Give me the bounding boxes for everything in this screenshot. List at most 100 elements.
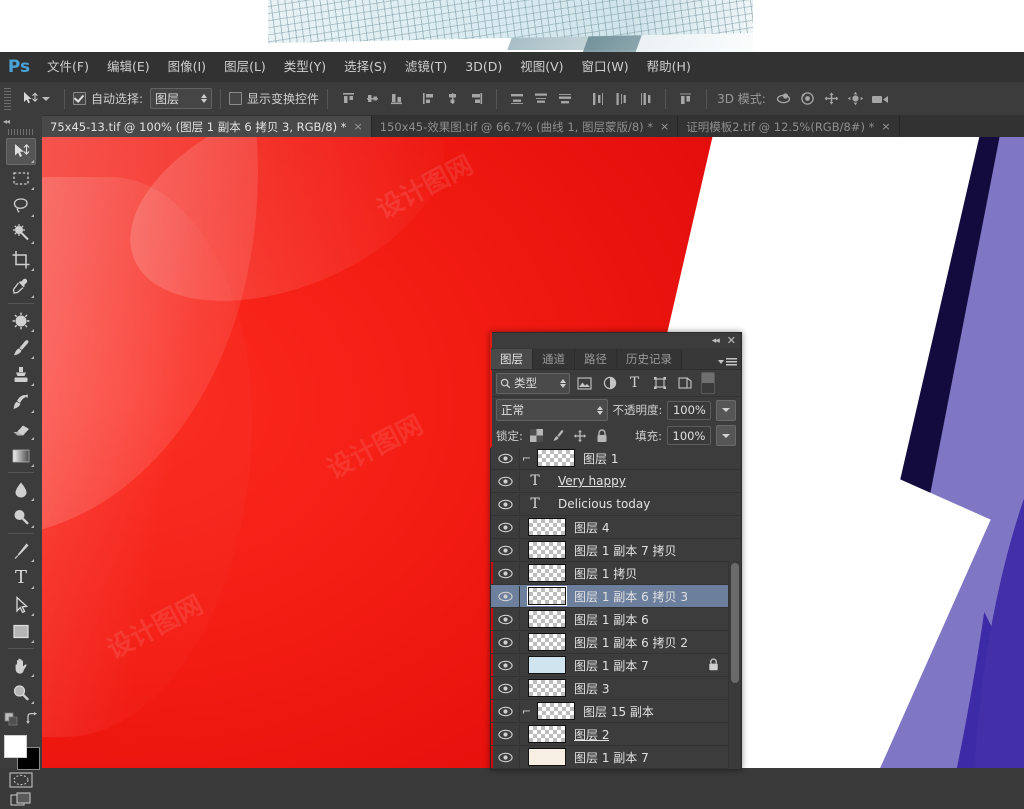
layer-visibility-toggle[interactable] bbox=[491, 723, 520, 745]
table-row[interactable]: 图层 1 拷贝 bbox=[491, 562, 741, 585]
color-swatches[interactable] bbox=[4, 735, 40, 770]
layer-visibility-toggle[interactable] bbox=[491, 654, 520, 676]
table-row[interactable]: T Delicious today bbox=[491, 493, 741, 516]
opacity-value[interactable]: 100% bbox=[667, 400, 712, 420]
layer-name[interactable]: 图层 1 副本 6 拷贝 3 bbox=[574, 588, 688, 605]
layer-visibility-toggle[interactable] bbox=[491, 562, 520, 584]
layers-scrollbar-thumb[interactable] bbox=[731, 563, 739, 683]
table-row[interactable]: ⌐ 图层 15 副本 bbox=[491, 700, 741, 723]
toolbar-grip[interactable] bbox=[8, 129, 34, 135]
rectangular-marquee-tool[interactable] bbox=[6, 165, 36, 192]
layer-name[interactable]: 图层 4 bbox=[574, 519, 609, 536]
table-row[interactable]: 图层 1 副本 6 拷贝 3 bbox=[491, 585, 741, 608]
align-horizontal-centers-icon[interactable] bbox=[441, 88, 463, 110]
document-tab-0[interactable]: 75x45-13.tif @ 100% (图层 1 副本 6 拷贝 3, RGB… bbox=[42, 116, 372, 137]
lock-image-pixels-icon[interactable] bbox=[550, 427, 567, 445]
layer-name[interactable]: Delicious today bbox=[558, 497, 650, 511]
filter-pixel-icon[interactable] bbox=[574, 373, 595, 393]
lock-transparent-pixels-icon[interactable] bbox=[528, 427, 545, 445]
dodge-tool[interactable] bbox=[6, 503, 36, 530]
layer-thumbnail[interactable] bbox=[528, 564, 566, 582]
panel-tab-history[interactable]: 历史记录 bbox=[617, 349, 682, 369]
layer-name[interactable]: Very happy bbox=[558, 474, 626, 488]
foreground-color-swatch[interactable] bbox=[4, 735, 27, 758]
distribute-top-edges-icon[interactable] bbox=[506, 88, 528, 110]
eraser-tool[interactable] bbox=[6, 415, 36, 442]
table-row[interactable]: 图层 3 bbox=[491, 677, 741, 700]
document-tab-2[interactable]: 证明模板2.tif @ 12.5%(RGB/8#) * × bbox=[678, 116, 900, 137]
menu-file[interactable]: 文件(F) bbox=[38, 52, 98, 82]
toolbar-collapse-handle[interactable]: ◂◂ bbox=[0, 115, 42, 128]
roll-3d-icon[interactable] bbox=[796, 88, 820, 110]
lock-position-icon[interactable] bbox=[572, 427, 589, 445]
orbit-3d-icon[interactable] bbox=[772, 88, 796, 110]
spot-healing-brush-tool[interactable] bbox=[6, 307, 36, 334]
layer-visibility-toggle[interactable] bbox=[491, 631, 520, 653]
layer-name[interactable]: 图层 1 拷贝 bbox=[574, 565, 637, 582]
menu-help[interactable]: 帮助(H) bbox=[638, 52, 700, 82]
collapse-icon[interactable]: ◂◂ bbox=[712, 336, 720, 346]
slide-3d-icon[interactable] bbox=[844, 88, 868, 110]
path-selection-tool[interactable] bbox=[6, 591, 36, 618]
blend-mode-dropdown[interactable]: 正常 bbox=[496, 399, 608, 421]
panel-title-bar[interactable]: ◂◂ ✕ bbox=[491, 333, 741, 348]
filter-adjustment-icon[interactable] bbox=[599, 373, 620, 393]
auto-align-layers-icon[interactable] bbox=[675, 88, 697, 110]
layer-name[interactable]: 图层 3 bbox=[574, 680, 609, 697]
layer-filter-type-dropdown[interactable]: 类型 bbox=[496, 372, 570, 394]
close-icon[interactable]: × bbox=[354, 120, 363, 133]
swap-colors-icon[interactable] bbox=[25, 712, 38, 729]
filter-shape-icon[interactable] bbox=[649, 373, 670, 393]
auto-select-scope-dropdown[interactable]: 图层 bbox=[150, 88, 213, 109]
table-row[interactable]: 图层 1 副本 7 拷贝 bbox=[491, 539, 741, 562]
panel-tab-paths[interactable]: 路径 bbox=[575, 349, 617, 369]
layer-visibility-toggle[interactable] bbox=[491, 447, 520, 469]
screen-mode-button[interactable] bbox=[8, 791, 34, 809]
layer-thumbnail[interactable] bbox=[528, 679, 566, 697]
layer-name[interactable]: 图层 1 副本 7 拷贝 bbox=[574, 542, 677, 559]
layer-thumbnail[interactable] bbox=[528, 633, 566, 651]
options-bar-grip[interactable] bbox=[4, 87, 11, 110]
eyedropper-tool[interactable] bbox=[6, 273, 36, 300]
layer-name[interactable]: 图层 15 副本 bbox=[583, 703, 654, 720]
table-row[interactable]: 图层 1 副本 7 bbox=[491, 746, 741, 769]
align-vertical-centers-icon[interactable] bbox=[361, 88, 383, 110]
layer-visibility-toggle[interactable] bbox=[491, 516, 520, 538]
layer-name[interactable]: 图层 1 副本 6 bbox=[574, 611, 649, 628]
current-tool-preview[interactable] bbox=[15, 90, 56, 108]
table-row[interactable]: 图层 1 副本 6 bbox=[491, 608, 741, 631]
panel-tab-layers[interactable]: 图层 bbox=[491, 349, 533, 369]
menu-image[interactable]: 图像(I) bbox=[159, 52, 215, 82]
layer-visibility-toggle[interactable] bbox=[491, 608, 520, 630]
default-colors-icon[interactable] bbox=[4, 712, 18, 729]
layer-name[interactable]: 图层 1 副本 6 拷贝 2 bbox=[574, 634, 688, 651]
layer-thumbnail[interactable] bbox=[528, 656, 566, 674]
table-row[interactable]: T Very happy bbox=[491, 470, 741, 493]
menu-type[interactable]: 类型(Y) bbox=[275, 52, 335, 82]
layer-visibility-toggle[interactable] bbox=[491, 539, 520, 561]
menu-view[interactable]: 视图(V) bbox=[511, 52, 572, 82]
align-bottom-edges-icon[interactable] bbox=[385, 88, 407, 110]
tool-preset-chevron-down-icon[interactable] bbox=[42, 96, 50, 101]
layer-visibility-toggle[interactable] bbox=[491, 493, 520, 515]
align-left-edges-icon[interactable] bbox=[417, 88, 439, 110]
layer-name[interactable]: 图层 1 副本 7 bbox=[574, 657, 649, 674]
distribute-bottom-edges-icon[interactable] bbox=[554, 88, 576, 110]
layer-visibility-toggle[interactable] bbox=[491, 470, 520, 492]
hand-tool[interactable] bbox=[6, 652, 36, 679]
menu-3d[interactable]: 3D(D) bbox=[456, 52, 511, 82]
zoom-tool[interactable] bbox=[6, 679, 36, 706]
fill-slider-button[interactable] bbox=[716, 425, 736, 446]
layer-thumbnail[interactable] bbox=[528, 518, 566, 536]
align-top-edges-icon[interactable] bbox=[337, 88, 359, 110]
pen-tool[interactable] bbox=[6, 537, 36, 564]
blur-tool[interactable] bbox=[6, 476, 36, 503]
lasso-tool[interactable] bbox=[6, 192, 36, 219]
layers-scrollbar[interactable] bbox=[728, 561, 741, 769]
layer-visibility-toggle[interactable] bbox=[491, 677, 520, 699]
layer-thumbnail[interactable] bbox=[537, 449, 575, 467]
layers-list[interactable]: ⌐ 图层 1 T Very happy T Delicious today 图层… bbox=[491, 447, 741, 769]
menu-window[interactable]: 窗口(W) bbox=[573, 52, 638, 82]
table-row[interactable]: 图层 4 bbox=[491, 516, 741, 539]
menu-filter[interactable]: 滤镜(T) bbox=[396, 52, 456, 82]
